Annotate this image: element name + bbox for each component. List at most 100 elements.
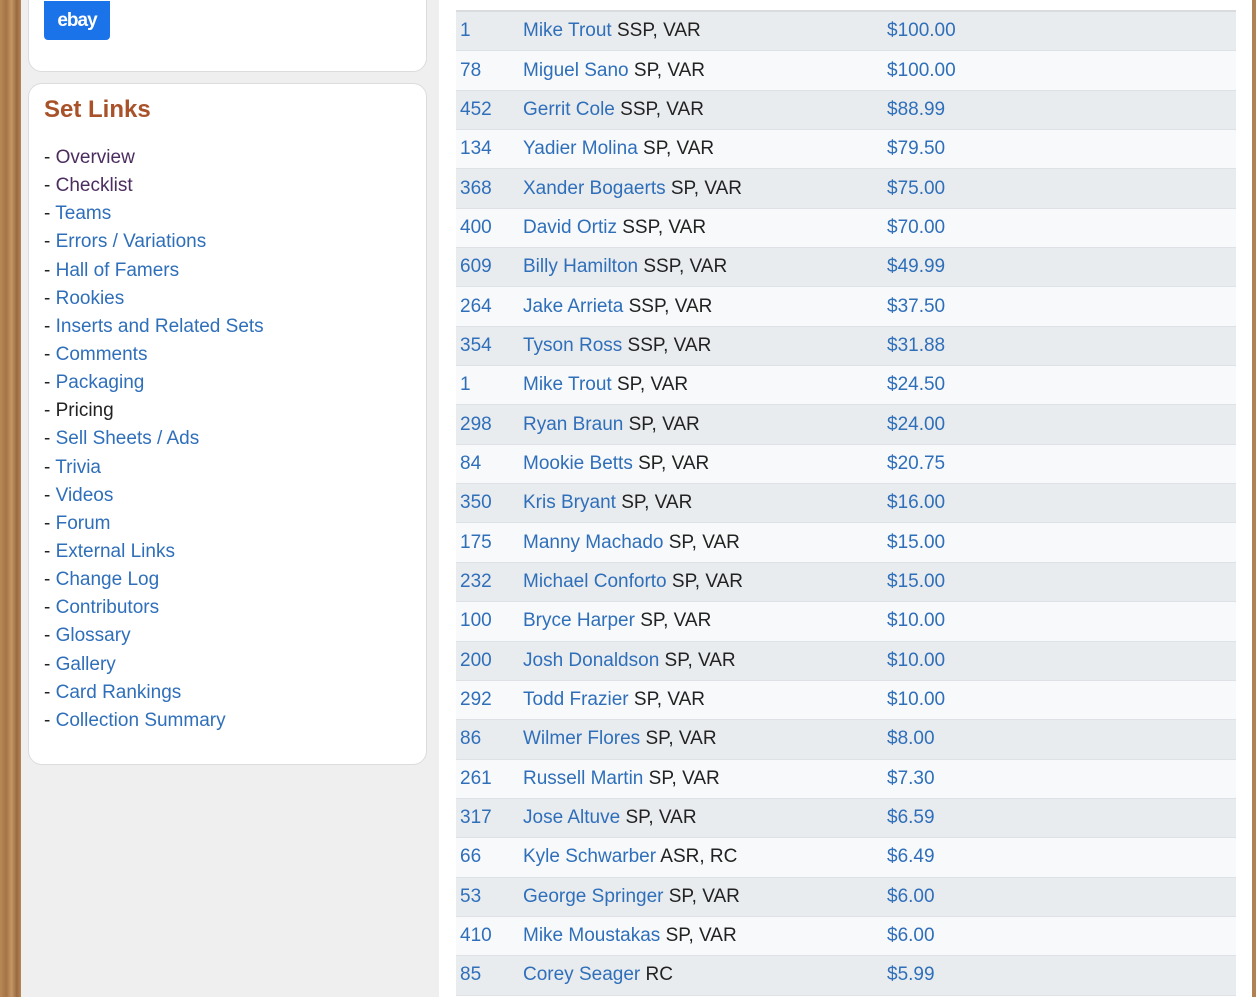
table-row: 86 Wilmer Flores SP, VAR $8.00 [456,720,1236,760]
player-link[interactable]: Mike Moustakas [523,925,660,946]
player-cell: Mike Moustakas SP, VAR [523,925,887,947]
price-value: $5.99 [887,964,935,986]
table-row: 66 Kyle Schwarber ASR, RC $6.49 [456,838,1236,878]
player-link[interactable]: David Ortiz [523,217,617,238]
set-link-teams[interactable]: Teams [55,203,111,224]
set-link-card-rankings[interactable]: Card Rankings [56,682,182,703]
set-link-packaging[interactable]: Packaging [56,372,145,393]
card-number: 350 [460,492,492,514]
set-link-contributors[interactable]: Contributors [56,597,160,618]
set-link-overview[interactable]: Overview [56,147,135,168]
set-link-checklist[interactable]: Checklist [56,175,133,196]
card-number: 232 [460,570,492,592]
player-link[interactable]: Wilmer Flores [523,728,640,749]
player-link[interactable]: Xander Bogaerts [523,178,666,199]
card-number: 100 [460,610,492,632]
set-link-item: - Change Log [44,566,264,594]
card-number: 1 [460,20,471,42]
set-link-external-links[interactable]: External Links [56,541,175,562]
player-link[interactable]: George Springer [523,886,663,907]
price-value: $6.00 [887,925,935,947]
price-value: $100.00 [887,20,956,42]
player-link[interactable]: Russell Martin [523,768,643,789]
set-link-sell-sheets-ads[interactable]: Sell Sheets / Ads [56,428,200,449]
set-link-errors-variations[interactable]: Errors / Variations [56,231,207,252]
player-cell: Kyle Schwarber ASR, RC [523,846,887,868]
price-value: $8.00 [887,728,935,750]
set-links-card: Set Links - Overview - Checklist - Teams - … [28,83,427,765]
list-dash: - [44,400,56,422]
player-link[interactable]: Mookie Betts [523,453,633,474]
player-link[interactable]: Manny Machado [523,532,663,553]
card-attributes: SP, VAR [633,59,706,81]
player-cell: Tyson Ross SSP, VAR [523,335,887,357]
player-link[interactable]: Bryce Harper [523,610,635,631]
card-number: 298 [460,413,492,435]
table-row: 292 Todd Frazier SP, VAR $10.00 [456,680,1236,721]
set-link-hall-of-famers[interactable]: Hall of Famers [56,260,180,281]
price-value: $15.00 [887,570,946,592]
table-row: 264 Jake Arrieta SSP, VAR $37.50 [456,287,1236,327]
card-attributes: SP, VAR [668,531,740,553]
card-number: 53 [460,885,482,907]
set-link-inserts-and-related-sets[interactable]: Inserts and Related Sets [56,316,264,337]
list-dash: - [44,203,56,225]
set-link-item: - Errors / Variations [44,228,264,256]
set-link-change-log[interactable]: Change Log [56,569,160,590]
player-link[interactable]: Kris Bryant [523,492,616,513]
player-link[interactable]: Josh Donaldson [523,650,659,671]
player-link[interactable]: Mike Trout [523,374,612,395]
card-number: 400 [460,216,492,238]
player-link[interactable]: Jose Altuve [523,807,620,828]
set-link-comments[interactable]: Comments [56,344,148,365]
set-link-videos[interactable]: Videos [56,485,114,506]
set-link-gallery[interactable]: Gallery [56,654,116,675]
list-dash: - [44,456,56,478]
card-number: 609 [460,256,492,278]
player-link[interactable]: Kyle Schwarber [523,846,656,867]
player-link[interactable]: Yadier Molina [523,138,638,159]
price-value: $6.59 [887,807,935,829]
price-value: $10.00 [887,610,946,632]
player-cell: Kris Bryant SP, VAR [523,492,887,514]
table-row: 85 Corey Seager RC $5.99 [456,956,1236,996]
player-cell: Gerrit Cole SSP, VAR [523,99,887,121]
table-row: 232 Michael Conforto SP, VAR $15.00 [456,562,1236,603]
player-cell: Miguel Sano SP, VAR [523,60,887,82]
player-link[interactable]: Gerrit Cole [523,99,615,120]
set-link-glossary[interactable]: Glossary [56,625,131,646]
list-dash: - [44,259,56,281]
player-cell: Michael Conforto SP, VAR [523,571,887,593]
set-link-trivia[interactable]: Trivia [55,457,101,478]
set-link-rookies[interactable]: Rookies [56,288,125,309]
card-attributes: SP, VAR [640,610,712,632]
player-link[interactable]: Corey Seager [523,964,640,985]
ebay-button[interactable]: ebay [44,1,110,40]
list-dash: - [44,175,56,197]
set-link-forum[interactable]: Forum [56,513,111,534]
table-row: 317 Jose Altuve SP, VAR $6.59 [456,798,1236,839]
table-row: 84 Mookie Betts SP, VAR $20.75 [456,444,1236,485]
set-link-item: - Teams [44,200,264,228]
player-link[interactable]: Billy Hamilton [523,256,638,277]
player-link[interactable]: Jake Arrieta [523,296,623,317]
player-link[interactable]: Mike Trout [523,20,612,41]
player-link[interactable]: Miguel Sano [523,60,629,81]
player-link[interactable]: Tyson Ross [523,335,622,356]
set-link-item: - Trivia [44,454,264,482]
table-row: 452 Gerrit Cole SSP, VAR $88.99 [456,90,1236,131]
card-number: 264 [460,295,492,317]
pricing-table: 1 Mike Trout SSP, VAR $100.00 78 Miguel Sano… [456,0,1236,996]
list-dash: - [44,484,56,506]
player-link[interactable]: Ryan Braun [523,414,623,435]
player-link[interactable]: Michael Conforto [523,571,667,592]
card-attributes: ASR, RC [660,846,738,868]
list-dash: - [44,287,56,309]
table-row: 1 Mike Trout SP, VAR $24.50 [456,366,1236,406]
player-link[interactable]: Todd Frazier [523,689,629,710]
set-link-collection-summary[interactable]: Collection Summary [56,710,226,731]
price-value: $6.00 [887,885,935,907]
set-link-item: - Comments [44,341,264,369]
card-attributes: SP, VAR [648,767,720,789]
table-row: 609 Billy Hamilton SSP, VAR $49.99 [456,248,1236,288]
